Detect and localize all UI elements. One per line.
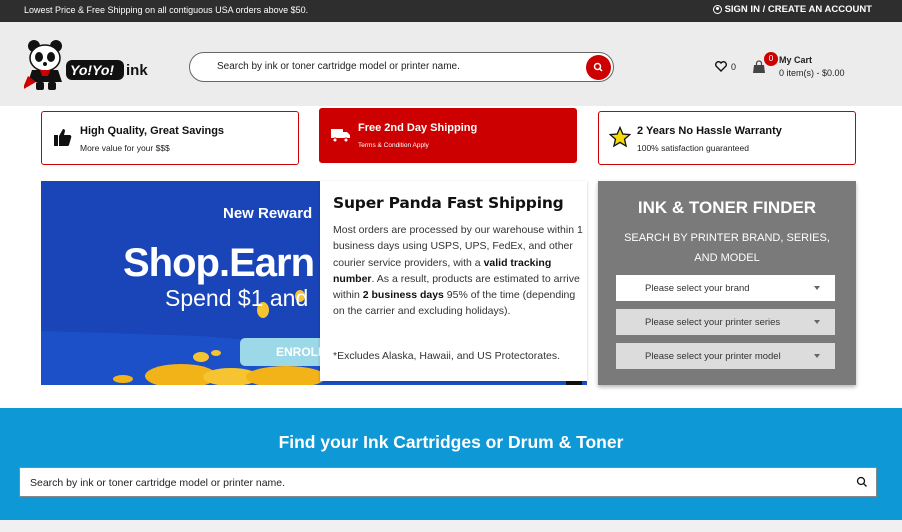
star-icon	[609, 126, 631, 148]
search-placeholder: Search by ink or toner cartridge model o…	[30, 477, 286, 489]
search-placeholder: Search by ink or toner cartridge model o…	[217, 61, 460, 72]
shipping-info-popup: Super Panda Fast Shipping Most orders ar…	[320, 181, 587, 381]
feature-shipping[interactable]: Free 2nd Day Shipping Terms & Condition …	[319, 108, 577, 163]
feature-subtitle: 100% satisfaction guaranteed	[637, 143, 749, 153]
sign-in-link[interactable]: SIGN IN / CREATE AN ACCOUNT	[712, 4, 872, 15]
page-bottom-strip	[0, 520, 902, 532]
banner-headline: Shop.Earn	[123, 241, 315, 285]
brand-select[interactable]: Please select your brand	[616, 275, 835, 301]
search-icon[interactable]	[856, 476, 868, 488]
chevron-down-icon	[814, 286, 820, 290]
truck-icon	[331, 129, 350, 143]
feature-title: 2 Years No Hassle Warranty	[637, 125, 782, 137]
search-button[interactable]	[586, 54, 611, 80]
chevron-down-icon	[814, 354, 820, 358]
heart-icon	[715, 61, 727, 72]
model-select-value: Please select your printer model	[645, 351, 781, 362]
user-icon	[712, 5, 722, 14]
popup-body: Most orders are processed by our warehou…	[333, 222, 583, 320]
ink-toner-finder: INK & TONER FINDER SEARCH BY PRINTER BRA…	[598, 181, 856, 385]
feature-quality: High Quality, Great Savings More value f…	[41, 111, 299, 165]
chevron-down-icon	[814, 320, 820, 324]
cart-title: My Cart	[779, 55, 813, 65]
top-announcement-bar: Lowest Price & Free Shipping on all cont…	[0, 0, 902, 22]
feature-warranty: 2 Years No Hassle Warranty 100% satisfac…	[598, 111, 856, 165]
finder-subtitle: SEARCH BY PRINTER BRAND, SERIES, AND MOD…	[624, 232, 830, 264]
feature-title: Free 2nd Day Shipping	[358, 122, 478, 134]
search-icon	[593, 62, 603, 72]
header-search-input[interactable]: Search by ink or toner cartridge model o…	[189, 52, 614, 82]
popup-title: Super Panda Fast Shipping	[333, 194, 564, 212]
banner-new-rewards: New Reward	[223, 205, 313, 222]
site-header: Yo!Yo! ink Search by ink or toner cartri…	[0, 22, 902, 106]
banner-subline: Spend $1 and	[165, 285, 309, 311]
cartridge-search-input[interactable]: Search by ink or toner cartridge model o…	[19, 467, 877, 497]
section-heading: Find your Ink Cartridges or Drum & Toner	[278, 432, 624, 452]
model-select[interactable]: Please select your printer model	[616, 343, 835, 369]
cart-summary: 0 item(s) - $0.00	[779, 68, 845, 78]
site-logo[interactable]: Yo!Yo! ink	[22, 36, 159, 94]
cart-count-badge: 0	[764, 52, 778, 66]
feature-title: High Quality, Great Savings	[80, 125, 225, 137]
series-select-value: Please select your printer series	[645, 317, 781, 328]
terms-link[interactable]: Terms & Condition Apply	[358, 142, 429, 149]
find-cartridges-section: Find your Ink Cartridges or Drum & Toner…	[0, 408, 902, 520]
popup-note: *Excludes Alaska, Hawaii, and US Protect…	[333, 350, 561, 362]
thumbs-up-icon	[54, 129, 72, 147]
series-select[interactable]: Please select your printer series	[616, 309, 835, 335]
svg-text:Yo!Yo!: Yo!Yo!	[70, 62, 114, 78]
svg-text:ink: ink	[126, 62, 148, 79]
promo-text: Lowest Price & Free Shipping on all cont…	[24, 5, 309, 15]
finder-title: INK & TONER FINDER	[637, 198, 817, 217]
wishlist-link[interactable]: 0	[715, 61, 736, 72]
popup-bold-text: 2 business days	[362, 289, 444, 302]
brand-select-value: Please select your brand	[645, 283, 750, 294]
feature-subtitle: More value for your $$$	[80, 143, 170, 153]
sign-in-label: SIGN IN / CREATE AN ACCOUNT	[724, 4, 872, 15]
wishlist-count: 0	[731, 61, 737, 72]
